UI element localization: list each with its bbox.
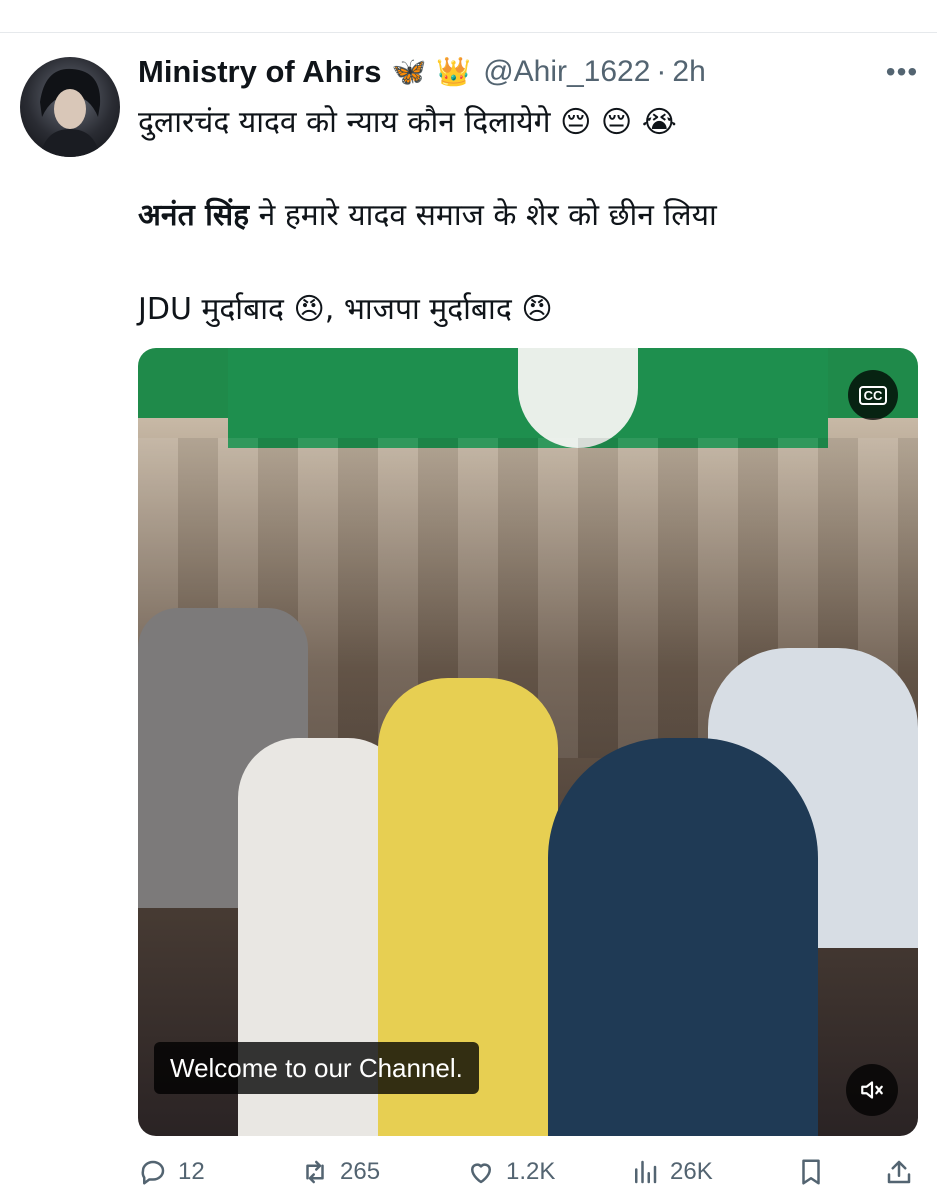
share-button[interactable] [884, 1152, 924, 1192]
tweet-text-line-1: दुलारचंद यादव को न्याय कौन दिलायेगे 😔 😔 … [138, 100, 677, 141]
like-button[interactable]: 1.2K [466, 1152, 555, 1192]
repost-button[interactable]: 265 [300, 1152, 380, 1192]
video-caption: Welcome to our Channel. [154, 1042, 479, 1094]
repost-count: 265 [340, 1158, 381, 1185]
tweet-text-line-3: JDU मुर्दाबाद 😠, भाजपा मुर्दाबाद 😠 [138, 287, 553, 328]
tweet-header: Ministry of Ahirs 🦋 👑 @Ahir_1622 · 2h [138, 52, 706, 92]
reply-icon [141, 1160, 165, 1185]
like-count: 1.2K [506, 1158, 556, 1185]
more-options-button[interactable]: ••• [882, 56, 922, 87]
avatar-image [40, 68, 101, 157]
repost-icon [306, 1160, 324, 1184]
tweet-text: , भाजपा मुर्दाबाद [324, 292, 512, 327]
muted-speaker-icon [861, 1081, 883, 1099]
reply-button[interactable]: 12 [138, 1152, 205, 1192]
more-icon: ••• [885, 56, 919, 87]
bookmark-icon [802, 1159, 820, 1185]
video-player[interactable]: CC Welcome to our Channel. [138, 348, 918, 1136]
closed-captions-icon: CC [858, 385, 888, 405]
author-name[interactable]: Ministry of Ahirs [138, 54, 381, 90]
bookmark-button[interactable] [796, 1152, 836, 1192]
views-icon [635, 1160, 657, 1184]
tweet-text-line-2: अनंत सिंह ने हमारे यादव समाज के शेर को छ… [138, 193, 717, 234]
tweet-text: दुलारचंद यादव को न्याय कौन दिलायेगे [138, 105, 551, 140]
heart-icon [471, 1163, 491, 1184]
author-handle[interactable]: @Ahir_1622 [483, 55, 650, 89]
views-button[interactable]: 26K [630, 1152, 713, 1192]
share-icon [887, 1160, 911, 1184]
author-avatar[interactable] [20, 57, 120, 157]
tweet-text: JDU मुर्दाबाद [138, 292, 284, 327]
tweet-time[interactable]: 2h [672, 55, 705, 89]
views-count: 26K [670, 1158, 713, 1185]
separator-dot: · [656, 55, 667, 88]
angry-emoji: 😠 [521, 292, 553, 327]
angry-emoji: 😠 [293, 292, 325, 327]
reply-count: 12 [178, 1158, 205, 1185]
closed-captions-button[interactable]: CC [848, 370, 898, 420]
crown-badge-icon: 👑 [436, 56, 472, 87]
butterfly-badge-icon: 🦋 [391, 56, 427, 87]
caption-text: Welcome to our Channel. [170, 1052, 463, 1083]
video-person [548, 738, 818, 1136]
tweet-actions-bar: 12 265 1.2K 26K [138, 1152, 918, 1192]
tweet-text: ने हमारे यादव समाज के शेर को छीन लिया [249, 198, 717, 233]
mute-toggle-button[interactable] [846, 1064, 898, 1116]
top-divider [0, 0, 937, 33]
sad-emojis: 😔 😔 😭 [560, 105, 677, 140]
tweet-bold-name: अनंत सिंह [138, 198, 250, 233]
